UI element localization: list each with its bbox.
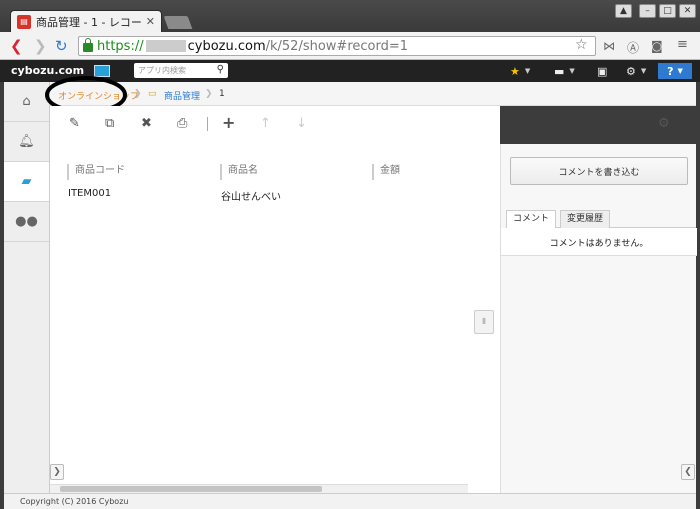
- search-icon[interactable]: ⚲: [217, 64, 224, 75]
- bookmark-star-icon[interactable]: ☆: [575, 37, 588, 53]
- user-menu-icon[interactable]: ▣: [597, 63, 607, 79]
- home-icon: ⌂: [22, 94, 31, 109]
- close-window-button[interactable]: ✕: [679, 4, 696, 18]
- people-icon: ●●: [15, 214, 38, 229]
- field-label-price: 金額: [372, 164, 400, 180]
- menu-icon[interactable]: ≡: [677, 37, 688, 52]
- url-path: /k/52/show#record=1: [265, 38, 409, 54]
- app-favicon-icon: ▤: [17, 14, 31, 29]
- rail-people[interactable]: ●●: [4, 202, 49, 242]
- new-tab-button[interactable]: [163, 16, 193, 29]
- edit-icon[interactable]: ✎: [69, 116, 80, 131]
- app-settings-gear-icon[interactable]: ⚙: [658, 116, 670, 131]
- search-placeholder: アプリ内検索: [138, 66, 186, 75]
- empty-comments-message: コメントはありません。: [501, 228, 697, 256]
- footer: Copyright (C) 2016 Cybozu: [4, 493, 696, 509]
- copyright-text: Copyright (C) 2016 Cybozu: [20, 497, 129, 506]
- side-tabs: コメント 変更履歴: [506, 208, 696, 229]
- forward-icon[interactable]: ❯: [34, 38, 47, 54]
- tab-comments[interactable]: コメント: [506, 210, 557, 229]
- back-icon[interactable]: ❮: [10, 38, 23, 54]
- url-input[interactable]: https:// cybozu.com /k/52/show#record=1: [78, 36, 596, 56]
- expand-left-icon[interactable]: ❯: [50, 464, 64, 480]
- reload-icon[interactable]: ↻: [55, 38, 68, 54]
- add-record-icon[interactable]: +: [222, 113, 235, 132]
- maximize-button[interactable]: □: [659, 4, 676, 18]
- minimize-button[interactable]: –: [639, 4, 656, 18]
- favorites-star-icon[interactable]: ★ ▼: [510, 63, 530, 79]
- folder-icon: ▭: [148, 89, 157, 99]
- address-bar: ❮ ❯ ↻ https:// cybozu.com /k/52/show#rec…: [0, 32, 700, 60]
- rail-notifications[interactable]: 🔔︎: [4, 122, 49, 162]
- app-search-input[interactable]: アプリ内検索 ⚲: [134, 63, 228, 78]
- copy-icon[interactable]: ⧉: [105, 116, 114, 131]
- next-record-icon[interactable]: ↓: [296, 116, 307, 131]
- horizontal-scrollbar[interactable]: [50, 484, 468, 493]
- collapse-panel-icon[interactable]: ❮: [681, 464, 695, 480]
- prev-record-icon[interactable]: ↑: [260, 116, 271, 131]
- rail-spaces[interactable]: ▰: [4, 162, 49, 202]
- extension-icon[interactable]: ⋈: [603, 39, 615, 53]
- left-rail: ⌂ 🔔︎ ▰ ●●: [4, 82, 50, 493]
- breadcrumb: オンラインショップ ❯ ▭ 商品管理 ❯ 1: [50, 82, 696, 106]
- record-toolbar: ✎ ⧉ ✖ ⎙ + ↑ ↓ ⚙: [50, 106, 696, 142]
- breadcrumb-app[interactable]: 商品管理: [164, 89, 200, 102]
- field-label-code: 商品コード: [67, 164, 125, 180]
- scrollbar-thumb[interactable]: [60, 486, 322, 492]
- tab-title: 商品管理 - 1 - レコード: [36, 15, 142, 29]
- lock-icon: [83, 38, 93, 52]
- rail-home[interactable]: ⌂: [4, 82, 49, 122]
- notifications-icon[interactable]: ▬ ▼: [554, 63, 575, 79]
- browser-titlebar: ▤ 商品管理 - 1 - レコード ✕ ▲ – □ ✕: [0, 0, 700, 32]
- panel-splitter-handle[interactable]: ⦀: [474, 310, 494, 334]
- breadcrumb-separator-icon: ❯: [205, 89, 213, 99]
- record-main: ✎ ⧉ ✖ ⎙ + ↑ ↓ ⚙ 商品コード ITEM001 商品名 谷山せんべい…: [50, 106, 670, 493]
- url-redacted: [145, 40, 186, 52]
- browser-tab[interactable]: ▤ 商品管理 - 1 - レコード ✕: [10, 10, 162, 32]
- field-label-name: 商品名: [220, 164, 258, 180]
- tab-history[interactable]: 変更履歴: [560, 210, 611, 228]
- breadcrumb-record: 1: [219, 89, 225, 99]
- spaces-icon: ▰: [21, 174, 32, 189]
- print-icon[interactable]: ⎙: [177, 116, 187, 131]
- extension-a-icon[interactable]: Ⓐ: [627, 39, 639, 56]
- write-comment-button[interactable]: コメントを書き込む: [510, 157, 688, 185]
- help-button[interactable]: ? ▼: [658, 63, 692, 79]
- settings-gear-icon[interactable]: ⚙ ▼: [626, 63, 646, 79]
- camera-icon[interactable]: ◙: [651, 39, 663, 53]
- user-icon[interactable]: ▲: [615, 4, 632, 18]
- close-tab-icon[interactable]: ✕: [146, 15, 155, 28]
- url-scheme: https://: [97, 38, 144, 54]
- url-host: cybozu.com: [187, 38, 266, 54]
- field-value-code: ITEM001: [68, 188, 112, 199]
- comment-panel: コメントを書き込む コメント 変更履歴 コメントはありません。 ❮: [500, 144, 697, 493]
- help-label: ?: [667, 64, 674, 78]
- toolbar-divider: [207, 117, 208, 131]
- breadcrumb-separator-icon: ❯: [134, 89, 142, 99]
- delete-icon[interactable]: ✖: [141, 116, 152, 131]
- bell-icon: 🔔︎: [18, 134, 35, 149]
- field-value-name: 谷山せんべい: [221, 192, 281, 203]
